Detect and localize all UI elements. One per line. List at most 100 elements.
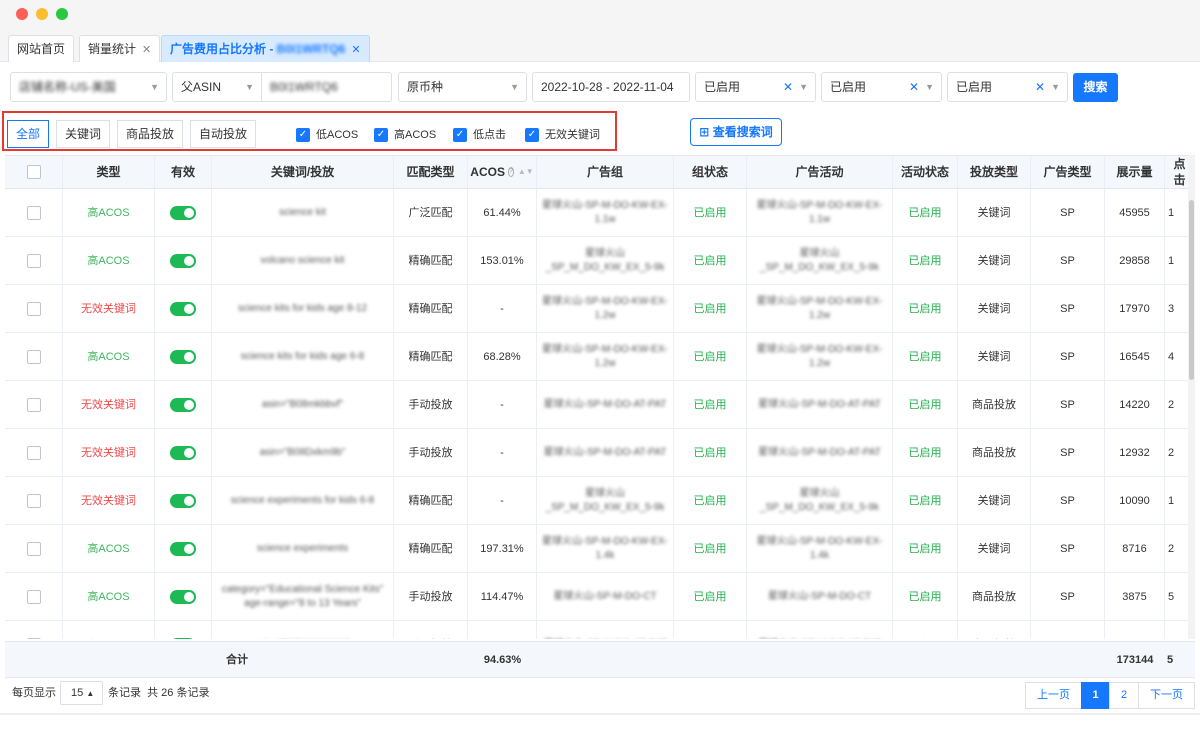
group-status-cell-text: 已启用 bbox=[693, 590, 727, 603]
page-button-2[interactable]: 2 bbox=[1109, 682, 1139, 709]
enabled-toggle[interactable] bbox=[170, 301, 196, 316]
segment-product-targeting[interactable]: 商品投放 bbox=[117, 120, 184, 148]
table-row[interactable]: 高ACOS science kits for kids age 6-8 精确匹配 68… bbox=[5, 333, 1195, 381]
store-select[interactable]: 店铺名称-US-美国 ▼ bbox=[10, 72, 167, 102]
keyword-status-select[interactable]: 已启用 ✕ ▼ bbox=[947, 72, 1068, 102]
table-row[interactable]: 高ACOS asin="B08XXXXXXX" 手动投放 - 星球火山-SP-M-DO-… bbox=[5, 621, 1195, 639]
enabled-cell bbox=[155, 573, 212, 620]
enabled-toggle[interactable] bbox=[170, 493, 196, 508]
search-button[interactable]: 搜索 bbox=[1073, 73, 1118, 102]
segment-auto-targeting[interactable]: 自动投放 bbox=[190, 120, 257, 148]
campaign-status-cell: 已启用 bbox=[893, 237, 958, 284]
ad-type-cell: SP bbox=[1031, 429, 1105, 476]
close-window-button[interactable] bbox=[16, 8, 28, 20]
row-checkbox[interactable] bbox=[26, 493, 41, 508]
col-ad-type[interactable]: 广告类型 bbox=[1031, 156, 1105, 188]
col-acos[interactable]: ACOS? ▲▼ bbox=[468, 156, 537, 188]
sort-icon[interactable]: ▲▼ bbox=[518, 164, 534, 180]
view-search-terms-button[interactable]: ⊞ 查看搜索词 bbox=[690, 118, 782, 146]
col-group-status[interactable]: 组状态 bbox=[674, 156, 747, 188]
row-checkbox[interactable] bbox=[26, 541, 41, 556]
impressions-cell: 8716 bbox=[1105, 525, 1165, 572]
help-icon[interactable]: ? bbox=[507, 167, 514, 177]
minimize-window-button[interactable] bbox=[36, 8, 48, 20]
row-checkbox[interactable] bbox=[26, 301, 41, 316]
tab-home[interactable]: 网站首页 bbox=[8, 35, 75, 62]
enabled-toggle[interactable] bbox=[170, 205, 196, 220]
table-row[interactable]: 无效关键词 science experiments for kids 6-8 精确匹… bbox=[5, 477, 1195, 525]
group-status-select[interactable]: 已启用 ✕ ▼ bbox=[695, 72, 816, 102]
clear-icon[interactable]: ✕ bbox=[1035, 73, 1045, 101]
clear-icon[interactable]: ✕ bbox=[909, 73, 919, 101]
col-enabled[interactable]: 有效 bbox=[155, 156, 212, 188]
tab-ad-cost-analysis[interactable]: 广告费用占比分析 - B0I1WRTQ6 ✕ bbox=[161, 35, 370, 62]
currency-select[interactable]: 原币种 ▼ bbox=[398, 72, 527, 102]
row-checkbox[interactable] bbox=[26, 445, 41, 460]
table-row[interactable]: 无效关键词 science kits for kids age 8-12 精确匹配 -… bbox=[5, 285, 1195, 333]
acos-cell-text: - bbox=[500, 398, 504, 411]
type-cell: 高ACOS bbox=[63, 189, 155, 236]
row-checkbox[interactable] bbox=[26, 637, 41, 639]
page-size-select[interactable]: 15 ▲ bbox=[60, 681, 103, 705]
impressions-cell-text: 17970 bbox=[1119, 302, 1150, 315]
ad-type-cell: SP bbox=[1031, 189, 1105, 236]
col-targeting-type[interactable]: 投放类型 bbox=[958, 156, 1031, 188]
maximize-window-button[interactable] bbox=[56, 8, 68, 20]
segment-all[interactable]: 全部 bbox=[7, 120, 50, 148]
enabled-toggle[interactable] bbox=[170, 349, 196, 364]
close-icon[interactable]: ✕ bbox=[142, 44, 151, 56]
row-checkbox[interactable] bbox=[26, 349, 41, 364]
col-ad-group[interactable]: 广告组 bbox=[537, 156, 674, 188]
enabled-toggle[interactable] bbox=[170, 253, 196, 268]
select-all-checkbox[interactable] bbox=[26, 165, 41, 179]
type-cell: 无效关键词 bbox=[63, 429, 155, 476]
date-range-picker[interactable]: 2022-10-28 - 2022-11-04 bbox=[532, 72, 690, 102]
asin-type-select[interactable]: 父ASIN ▼ bbox=[172, 72, 262, 102]
row-checkbox[interactable] bbox=[26, 253, 41, 268]
row-checkbox[interactable] bbox=[26, 397, 41, 412]
col-match-type[interactable]: 匹配类型 bbox=[394, 156, 468, 188]
keyword-cell-text: asin="B08XXXXXXX" bbox=[255, 638, 351, 640]
table-row[interactable]: 高ACOS science experiments 精确匹配 197.31% 星球火山-… bbox=[5, 525, 1195, 573]
type-cell: 无效关键词 bbox=[63, 285, 155, 332]
scrollbar-thumb[interactable] bbox=[1189, 200, 1194, 380]
clicks-cell-text: 4 bbox=[1168, 350, 1175, 363]
enabled-toggle[interactable] bbox=[170, 637, 196, 639]
col-type[interactable]: 类型 bbox=[63, 156, 155, 188]
row-checkbox[interactable] bbox=[26, 205, 41, 220]
next-page-button[interactable]: 下一页 bbox=[1138, 682, 1195, 709]
col-impressions[interactable]: 展示量 bbox=[1105, 156, 1165, 188]
targeting-type-cell: 关键词 bbox=[958, 237, 1031, 284]
tab-sales-stats[interactable]: 销量统计 ✕ bbox=[79, 35, 161, 62]
enabled-toggle[interactable] bbox=[170, 589, 196, 604]
page-button-1[interactable]: 1 bbox=[1081, 682, 1110, 709]
table-row[interactable]: 无效关键词 asin="B08mkbbvf" 手动投放 - 星球火山-SP-M-DO-A… bbox=[5, 381, 1195, 429]
prev-page-button[interactable]: 上一页 bbox=[1025, 682, 1082, 709]
asin-input[interactable]: B0I1WRTQ6 bbox=[262, 72, 392, 102]
col-campaign-status[interactable]: 活动状态 bbox=[893, 156, 958, 188]
checkmark-icon: ✓ bbox=[525, 128, 539, 142]
enabled-toggle[interactable] bbox=[170, 397, 196, 412]
col-keyword[interactable]: 关键词/投放 bbox=[212, 156, 394, 188]
match-type-cell-text: 精确匹配 bbox=[408, 542, 453, 555]
table-row[interactable]: 高ACOS category="Educational Science Kits"… bbox=[5, 573, 1195, 621]
segment-keyword[interactable]: 关键词 bbox=[56, 120, 111, 148]
clear-icon[interactable]: ✕ bbox=[783, 73, 793, 101]
table-row[interactable]: 高ACOS volcano science kit 精确匹配 153.01% 星球火山 … bbox=[5, 237, 1195, 285]
close-icon[interactable]: ✕ bbox=[351, 44, 360, 56]
table-row[interactable]: 无效关键词 asin="B08Dxkm9b" 手动投放 - 星球火山-SP-M-DO-A… bbox=[5, 429, 1195, 477]
checkbox-high-acos[interactable]: ✓ 高ACOS bbox=[374, 128, 436, 142]
table-row[interactable]: 高ACOS science kit 广泛匹配 61.44% 星球火山-SP-M-DO-K… bbox=[5, 189, 1195, 237]
enabled-toggle[interactable] bbox=[170, 541, 196, 556]
group-status-cell-text: 已启用 bbox=[693, 494, 727, 507]
campaign-status-select[interactable]: 已启用 ✕ ▼ bbox=[821, 72, 942, 102]
checkbox-low-clicks[interactable]: ✓ 低点击 bbox=[453, 128, 506, 142]
row-checkbox[interactable] bbox=[26, 589, 41, 604]
currency-select-value: 原币种 bbox=[407, 80, 444, 94]
targeting-type-cell: 商品投放 bbox=[958, 381, 1031, 428]
col-campaign[interactable]: 广告活动 bbox=[747, 156, 893, 188]
checkbox-low-acos[interactable]: ✓ 低ACOS bbox=[296, 128, 358, 142]
enabled-toggle[interactable] bbox=[170, 445, 196, 460]
checkbox-invalid-keywords[interactable]: ✓ 无效关键词 bbox=[525, 128, 600, 142]
enabled-cell bbox=[155, 429, 212, 476]
